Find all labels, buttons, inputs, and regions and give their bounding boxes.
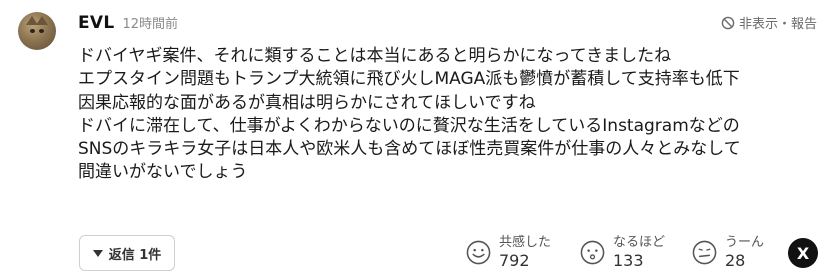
smile-face-icon: [466, 240, 491, 264]
comment-header: EVL 12時間前: [78, 13, 178, 35]
reaction-count: 28: [725, 251, 746, 270]
comment-line: エプスタイン問題もトランプ大統領に飛び火しMAGA派も鬱憤が蓄積して支持率も低下: [78, 69, 740, 90]
avatar[interactable]: [18, 12, 56, 50]
comment-body: ドバイヤギ案件、それに類することは本当にあると明らかになってきましたね エプスタ…: [78, 45, 818, 185]
prohibited-icon: [721, 16, 735, 29]
x-logo-icon: X: [796, 243, 810, 263]
reaction-count: 792: [499, 251, 530, 270]
reaction-hmm-button[interactable]: うーん 28: [692, 234, 764, 270]
replies-label: 返信 1件: [108, 247, 162, 263]
comment-line: 間違いがないでしょう: [78, 162, 248, 183]
hide-report-button[interactable]: 非表示・報告: [721, 13, 817, 32]
thinking-face-icon: [580, 240, 605, 264]
reaction-label: 共感した: [499, 235, 552, 250]
hmm-face-icon: [692, 240, 717, 264]
avatar-eye: [30, 29, 35, 33]
comment-line: ドバイに滞在して、仕事がよくわからないのに贅沢な生活をしているInstagram…: [78, 115, 740, 136]
avatar-eye: [39, 29, 44, 33]
comment-line: SNSのキラキラ女子は日本人や欧米人も含めてほぼ性売買案件が仕事の人々とみなして: [78, 139, 741, 160]
username[interactable]: EVL: [78, 13, 115, 33]
reaction-count: 133: [613, 251, 644, 270]
reaction-label: なるほど: [613, 235, 666, 250]
reaction-label: うーん: [725, 235, 765, 250]
comment-line: ドバイヤギ案件、それに類することは本当にあると明らかになってきましたね: [78, 46, 672, 66]
timestamp: 12時間前: [122, 17, 179, 32]
comment-line: 因果応報的な面があるが真相は明らかにされてほしいですね: [78, 92, 536, 113]
caret-down-icon: [92, 249, 103, 257]
share-x-button[interactable]: X: [788, 238, 818, 268]
hide-report-label: 非表示・報告: [738, 17, 817, 32]
replies-toggle-button[interactable]: 返信 1件: [79, 235, 175, 271]
reaction-empathy-button[interactable]: 共感した 792: [466, 234, 551, 270]
reaction-insight-button[interactable]: なるほど 133: [580, 234, 665, 270]
avatar-ear: [36, 16, 48, 25]
